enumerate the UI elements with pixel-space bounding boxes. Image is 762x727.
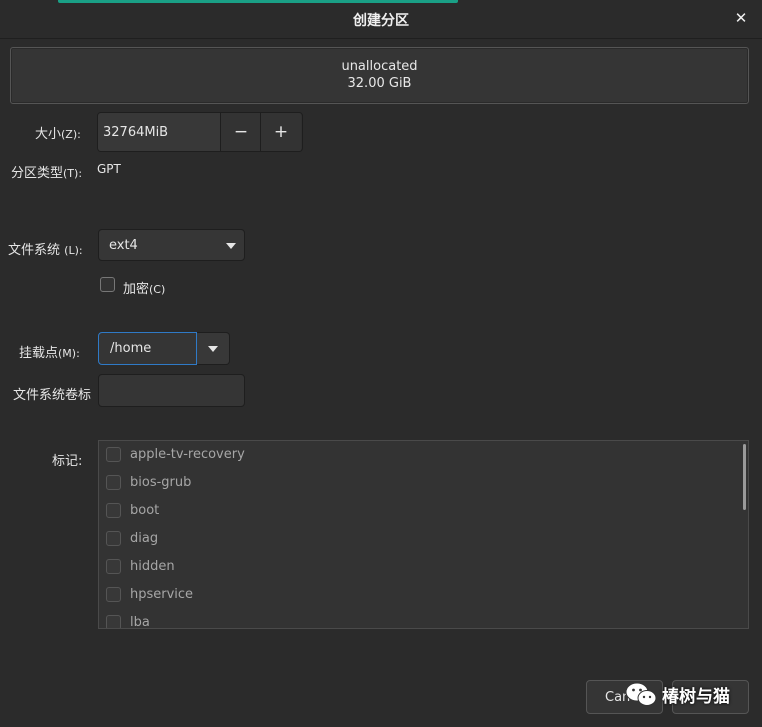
filesystem-value: ext4 bbox=[109, 238, 138, 253]
size-label: 大小(Z): bbox=[35, 127, 81, 142]
mount-point-input[interactable] bbox=[98, 332, 197, 365]
plus-icon: + bbox=[273, 122, 289, 142]
overview-size: 32.00 GiB bbox=[347, 76, 412, 91]
flag-label: boot bbox=[130, 503, 160, 518]
flag-item[interactable]: hpservice bbox=[99, 581, 739, 609]
flag-label: diag bbox=[130, 531, 159, 546]
flag-label: hidden bbox=[130, 559, 175, 574]
mount-point-dropdown-button[interactable] bbox=[197, 332, 230, 365]
partition-overview: unallocated 32.00 GiB bbox=[10, 47, 749, 104]
filesystem-label: 文件系统 (L): bbox=[8, 243, 83, 258]
flag-label: apple-tv-recovery bbox=[130, 447, 245, 462]
flag-item[interactable]: boot bbox=[99, 497, 739, 525]
encrypt-label: 加密(C) bbox=[123, 282, 166, 297]
flag-checkbox[interactable] bbox=[106, 559, 121, 574]
fs-label-label: 文件系统卷标 bbox=[13, 388, 92, 403]
flag-checkbox[interactable] bbox=[106, 615, 121, 628]
close-icon: ✕ bbox=[734, 9, 748, 27]
flag-item[interactable]: diag bbox=[99, 525, 739, 553]
chevron-down-icon bbox=[226, 243, 236, 249]
flag-item[interactable]: apple-tv-recovery bbox=[99, 441, 739, 469]
size-increase-button[interactable]: + bbox=[260, 113, 301, 151]
flag-checkbox[interactable] bbox=[106, 447, 121, 462]
partition-type-value: GPT bbox=[97, 162, 121, 176]
title-bar: 创建分区 ✕ bbox=[0, 0, 762, 39]
size-decrease-button[interactable]: − bbox=[220, 113, 261, 151]
flag-item[interactable]: lba bbox=[99, 609, 739, 629]
partition-type-label: 分区类型(T): bbox=[11, 166, 83, 181]
size-input[interactable] bbox=[98, 113, 220, 151]
size-spinbox: − + bbox=[97, 112, 303, 152]
flags-label: 标记: bbox=[52, 454, 83, 469]
fs-label-input[interactable] bbox=[98, 374, 245, 407]
overview-status: unallocated bbox=[341, 59, 418, 74]
mount-point-label: 挂载点(M): bbox=[19, 346, 80, 361]
dialog-title: 创建分区 bbox=[353, 13, 409, 29]
wechat-icon bbox=[625, 682, 657, 706]
flag-checkbox[interactable] bbox=[106, 475, 121, 490]
flag-label: bios-grub bbox=[130, 475, 192, 490]
flag-label: lba bbox=[130, 615, 150, 629]
watermark-text: 椿树与猫 bbox=[662, 686, 730, 707]
flag-checkbox[interactable] bbox=[106, 587, 121, 602]
flags-list: apple-tv-recovery bios-grub boot diag hi… bbox=[98, 440, 749, 629]
watermark: 椿树与猫 bbox=[624, 680, 730, 708]
flags-scrollbar[interactable] bbox=[743, 444, 746, 510]
minus-icon: − bbox=[233, 122, 249, 142]
flag-checkbox[interactable] bbox=[106, 503, 121, 518]
flag-label: hpservice bbox=[130, 587, 194, 602]
chevron-down-icon bbox=[208, 346, 218, 352]
flag-item[interactable]: hidden bbox=[99, 553, 739, 581]
close-button[interactable]: ✕ bbox=[732, 9, 750, 27]
title-accent-line bbox=[58, 0, 458, 3]
flag-item[interactable]: bios-grub bbox=[99, 469, 739, 497]
encrypt-checkbox[interactable] bbox=[100, 277, 115, 292]
flag-checkbox[interactable] bbox=[106, 531, 121, 546]
filesystem-dropdown[interactable]: ext4 bbox=[98, 229, 245, 261]
